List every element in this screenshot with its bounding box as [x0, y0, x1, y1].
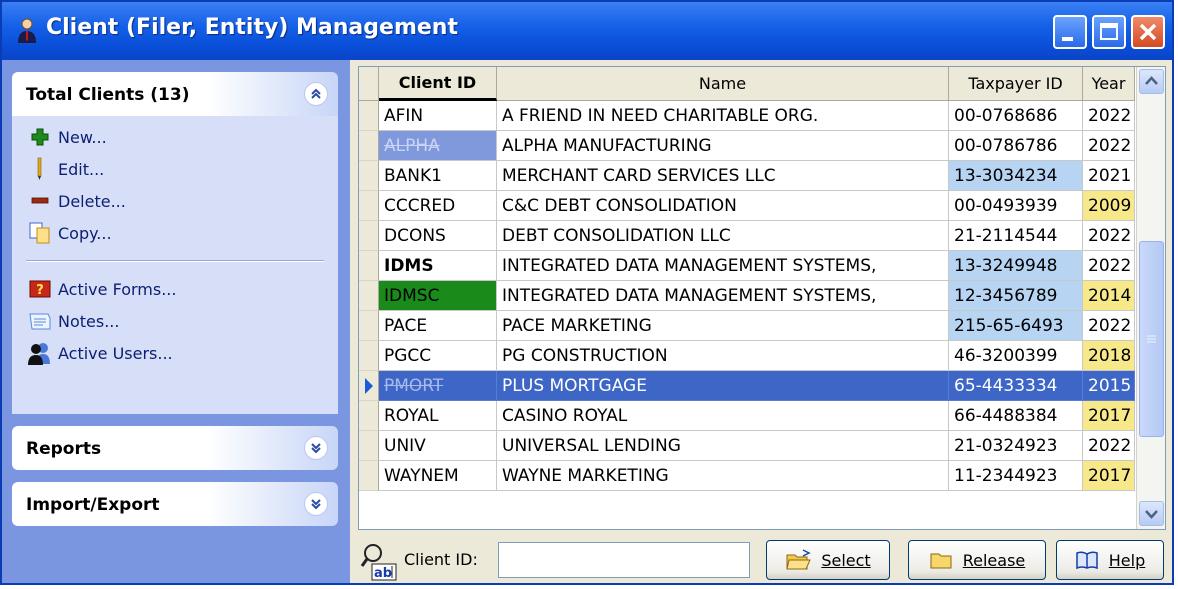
minimize-icon — [1062, 37, 1073, 41]
minus-icon — [26, 188, 54, 214]
copy-icon — [26, 220, 54, 246]
sidebar-item-delete[interactable]: Delete... — [26, 186, 126, 216]
minimize-button[interactable] — [1053, 15, 1087, 49]
client-id-label: Client ID: — [404, 550, 478, 569]
title-bar[interactable]: Client (Filer, Entity) Management — [2, 2, 1172, 60]
sidebar: Total Clients (13) New... Edit... Delete… — [2, 60, 350, 583]
table-row[interactable]: DCONS DEBT CONSOLIDATION LLC 21-2114544 … — [359, 221, 1135, 251]
folder-icon — [929, 550, 953, 570]
reports-header[interactable]: Reports — [12, 426, 338, 470]
close-button[interactable] — [1131, 15, 1165, 49]
table-row[interactable]: IDMS INTEGRATED DATA MANAGEMENT SYSTEMS,… — [359, 251, 1135, 281]
total-clients-panel: New... Edit... Delete... Copy... ? Activ… — [12, 116, 338, 414]
help-button[interactable]: Help — [1056, 540, 1164, 580]
book-help-icon — [1075, 550, 1099, 570]
client-grid-area: Client ID Name Taxpayer ID Year AFIN A F… — [350, 60, 1172, 583]
table-row[interactable]: ALPHA ALPHA MANUFACTURING 00-0786786 202… — [359, 131, 1135, 161]
window-title: Client (Filer, Entity) Management — [46, 15, 458, 40]
column-header-taxpayer-id[interactable]: Taxpayer ID — [949, 67, 1083, 101]
table-row[interactable]: PGCC PG CONSTRUCTION 46-3200399 2018 — [359, 341, 1135, 371]
notes-icon — [26, 308, 54, 334]
close-icon — [1139, 23, 1157, 41]
bottom-toolbar: ab Client ID: Select Release Help — [358, 538, 1166, 582]
table-row-selected[interactable]: PMORT PLUS MORTGAGE 65-4433334 2015 — [359, 371, 1135, 401]
maximize-button[interactable] — [1092, 15, 1126, 49]
client-grid: Client ID Name Taxpayer ID Year AFIN A F… — [358, 66, 1166, 530]
maximize-icon — [1100, 23, 1118, 40]
expand-down-icon[interactable] — [304, 492, 328, 516]
chevron-down-icon — [1145, 510, 1158, 519]
plus-icon — [26, 124, 54, 150]
column-header-client-id[interactable]: Client ID — [379, 67, 497, 101]
table-row[interactable]: AFIN A FRIEND IN NEED CHARITABLE ORG. 00… — [359, 101, 1135, 131]
sidebar-item-new[interactable]: New... — [26, 122, 107, 152]
column-header-year[interactable]: Year — [1083, 67, 1135, 101]
client-management-window: Client (Filer, Entity) Management Total … — [0, 0, 1174, 585]
scroll-thumb[interactable] — [1139, 241, 1164, 437]
sidebar-item-copy[interactable]: Copy... — [26, 218, 112, 248]
users-icon — [26, 340, 54, 366]
scroll-down-button[interactable] — [1139, 501, 1164, 526]
collapse-up-icon[interactable] — [304, 82, 328, 106]
table-row[interactable]: ROYAL CASINO ROYAL 66-4488384 2017 — [359, 401, 1135, 431]
table-row[interactable]: IDMSC INTEGRATED DATA MANAGEMENT SYSTEMS… — [359, 281, 1135, 311]
find-text-icon: ab — [360, 544, 397, 581]
release-button[interactable]: Release — [908, 540, 1046, 580]
sidebar-item-active-forms[interactable]: ? Active Forms... — [26, 274, 176, 304]
vertical-scrollbar[interactable] — [1136, 67, 1165, 529]
column-header-name[interactable]: Name — [497, 67, 949, 101]
total-clients-label: Total Clients (13) — [26, 85, 190, 105]
svg-text:?: ? — [36, 283, 44, 298]
table-row[interactable]: PACE PACE MARKETING 215-65-6493 2022 — [359, 311, 1135, 341]
chevron-up-icon — [1145, 76, 1158, 85]
reports-label: Reports — [26, 439, 102, 459]
select-button[interactable]: Select — [766, 540, 890, 580]
sidebar-item-active-users[interactable]: Active Users... — [26, 338, 173, 368]
table-row[interactable]: CCCRED C&C DEBT CONSOLIDATION 00-0493939… — [359, 191, 1135, 221]
pencil-icon — [26, 156, 54, 182]
table-row[interactable]: UNIV UNIVERSAL LENDING 21-0324923 2022 — [359, 431, 1135, 461]
forms-icon: ? — [26, 276, 54, 302]
open-folder-icon — [785, 549, 812, 571]
table-row[interactable]: WAYNEM WAYNE MARKETING 11-2344923 2017 — [359, 461, 1135, 491]
person-icon — [18, 18, 36, 43]
row-pointer-icon — [359, 371, 379, 401]
scroll-up-button[interactable] — [1139, 69, 1164, 94]
import-export-header[interactable]: Import/Export — [12, 482, 338, 526]
sidebar-separator — [26, 260, 324, 262]
expand-down-icon[interactable] — [304, 436, 328, 460]
sidebar-item-edit[interactable]: Edit... — [26, 154, 104, 184]
client-id-input[interactable] — [498, 542, 750, 578]
total-clients-header[interactable]: Total Clients (13) — [12, 72, 338, 116]
import-export-label: Import/Export — [26, 495, 160, 515]
row-indicator-header — [359, 67, 379, 101]
table-row[interactable]: BANK1 MERCHANT CARD SERVICES LLC 13-3034… — [359, 161, 1135, 191]
svg-text:ab: ab — [374, 566, 392, 581]
sidebar-item-notes[interactable]: Notes... — [26, 306, 119, 336]
